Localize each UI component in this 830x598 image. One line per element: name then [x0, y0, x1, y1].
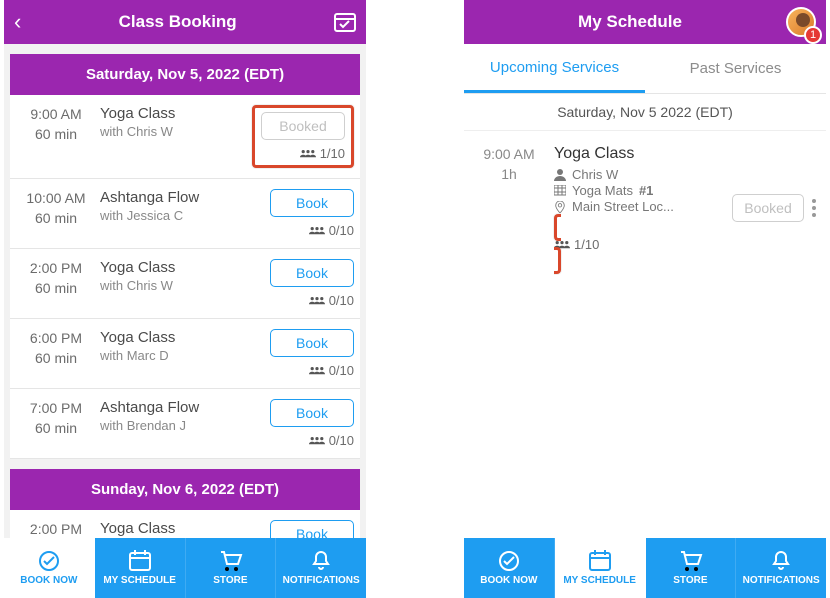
- schedule-tabs: Upcoming Services Past Services: [464, 44, 826, 94]
- date-header: Saturday, Nov 5, 2022 (EDT): [10, 54, 360, 95]
- class-name: Yoga Class: [100, 520, 250, 537]
- class-time: 2:00 PM60 min: [16, 259, 96, 308]
- check-circle-icon: [496, 550, 522, 572]
- people-icon: [309, 225, 325, 237]
- class-row[interactable]: 6:00 PM60 minYoga Class with Marc D Book 0/…: [10, 319, 360, 389]
- more-icon[interactable]: [812, 199, 816, 217]
- bell-icon: [768, 550, 794, 572]
- nav-notifications[interactable]: NOTIFICATIONS: [276, 538, 366, 598]
- class-capacity: 0/10: [309, 293, 354, 308]
- header: My Schedule 1: [464, 0, 826, 44]
- class-action: Book 0/10: [250, 189, 354, 238]
- my-schedule-screen: My Schedule 1 Upcoming Services Past Ser…: [464, 0, 826, 598]
- nav-notifications[interactable]: NOTIFICATIONS: [736, 538, 826, 598]
- class-instructor: with Chris W: [100, 124, 250, 139]
- calendar-icon: [127, 550, 153, 572]
- nav-store[interactable]: STORE: [646, 538, 737, 598]
- book-button[interactable]: Book: [270, 329, 354, 357]
- book-button[interactable]: Book: [270, 399, 354, 427]
- class-name: Yoga Class: [100, 259, 250, 276]
- class-instructor: with Jessica C: [100, 208, 250, 223]
- class-capacity: 1/10: [300, 146, 345, 161]
- page-title: Class Booking: [21, 12, 334, 32]
- class-capacity: 0/10: [309, 433, 354, 448]
- class-instructor: with Chris W: [100, 278, 250, 293]
- bell-icon: [308, 550, 334, 572]
- people-icon: [309, 435, 325, 447]
- date-header: Sunday, Nov 6, 2022 (EDT): [10, 469, 360, 510]
- schedule-content[interactable]: Saturday, Nov 5 2022 (EDT) 9:00 AM 1h Yo…: [464, 94, 826, 598]
- class-booking-screen: ‹ Class Booking Saturday, Nov 5, 2022 (E…: [4, 0, 366, 598]
- class-time: 10:00 AM60 min: [16, 189, 96, 238]
- class-info: Yoga Class with Chris W: [96, 259, 250, 308]
- tab-past[interactable]: Past Services: [645, 44, 826, 93]
- nav-my-schedule[interactable]: MY SCHEDULE: [555, 538, 646, 598]
- card-class-name: Yoga Class: [554, 145, 732, 163]
- class-time: 7:00 PM60 min: [16, 399, 96, 448]
- class-name: Yoga Class: [100, 105, 250, 122]
- nav-book-now[interactable]: BOOK NOW: [4, 538, 95, 598]
- class-action: Book 0/10: [250, 329, 354, 378]
- grid-icon: [554, 185, 566, 197]
- booked-badge: Booked: [732, 194, 804, 222]
- class-time: 9:00 AM60 min: [16, 105, 96, 168]
- cart-icon: [677, 550, 703, 572]
- class-row[interactable]: 9:00 AM60 minYoga Classwith Chris WBooke…: [10, 95, 360, 179]
- class-row[interactable]: 2:00 PM60 minYoga Class with Chris W Book 0…: [10, 249, 360, 319]
- class-action: Book 0/10: [250, 399, 354, 448]
- card-location: Main Street Loc...: [554, 199, 732, 214]
- card-capacity: 1/10: [554, 237, 732, 252]
- class-name: Yoga Class: [100, 329, 250, 346]
- card-resource: Yoga Mats #1: [554, 183, 732, 198]
- bottom-nav: BOOK NOW MY SCHEDULE STORE NOTIFICATIONS: [4, 538, 366, 598]
- page-title: My Schedule: [474, 12, 786, 32]
- class-name: Ashtanga Flow: [100, 399, 250, 416]
- nav-store[interactable]: STORE: [186, 538, 277, 598]
- class-info: Ashtanga Flow with Brendan J: [96, 399, 250, 448]
- nav-my-schedule[interactable]: MY SCHEDULE: [95, 538, 186, 598]
- card-time: 9:00 AM 1h: [470, 145, 548, 270]
- nav-book-now[interactable]: BOOK NOW: [464, 538, 555, 598]
- class-capacity: 0/10: [309, 223, 354, 238]
- class-list[interactable]: Saturday, Nov 5, 2022 (EDT) 9:00 AM60 min…: [4, 44, 366, 598]
- check-circle-icon: [36, 550, 62, 572]
- class-time: 6:00 PM60 min: [16, 329, 96, 378]
- book-button[interactable]: Book: [270, 189, 354, 217]
- cart-icon: [217, 550, 243, 572]
- calendar-check-icon[interactable]: [334, 11, 356, 33]
- class-instructor: with Brendan J: [100, 418, 250, 433]
- class-action: Book 0/10: [250, 259, 354, 308]
- notification-badge: 1: [804, 26, 822, 44]
- people-icon: [309, 365, 325, 377]
- booking-card[interactable]: 9:00 AM 1h Yoga Class Chris W Yoga Mats …: [464, 131, 826, 288]
- people-icon: [300, 148, 316, 160]
- card-details: Yoga Class Chris W Yoga Mats #1 Main Str…: [548, 145, 732, 270]
- class-info: Ashtanga Flow with Jessica C: [96, 189, 250, 238]
- class-instructor: with Marc D: [100, 348, 250, 363]
- calendar-icon: [587, 550, 613, 572]
- back-icon[interactable]: ‹: [14, 9, 21, 35]
- class-info: Yoga Class with Chris W: [96, 105, 250, 168]
- book-button[interactable]: Book: [270, 259, 354, 287]
- class-action: Booked 1/10: [250, 105, 354, 168]
- header: ‹ Class Booking: [4, 0, 366, 44]
- card-actions: Booked: [732, 145, 816, 270]
- class-capacity: 0/10: [309, 363, 354, 378]
- people-icon: [554, 239, 570, 251]
- schedule-date-header: Saturday, Nov 5 2022 (EDT): [464, 94, 826, 131]
- class-info: Yoga Class with Marc D: [96, 329, 250, 378]
- people-icon: [309, 295, 325, 307]
- class-row[interactable]: 10:00 AM60 minAshtanga Flow with Jessica …: [10, 179, 360, 249]
- user-icon: [554, 169, 566, 181]
- class-row[interactable]: 7:00 PM60 minAshtanga Flow with Brendan J…: [10, 389, 360, 459]
- action-highlight: Booked 1/10: [252, 105, 354, 168]
- tab-upcoming[interactable]: Upcoming Services: [464, 44, 645, 93]
- pin-icon: [554, 201, 566, 213]
- booked-badge: Booked: [261, 112, 345, 140]
- class-name: Ashtanga Flow: [100, 189, 250, 206]
- card-staff: Chris W: [554, 167, 732, 182]
- bottom-nav: BOOK NOW MY SCHEDULE STORE NOTIFICATIONS: [464, 538, 826, 598]
- capacity-highlight: 1/10: [554, 214, 732, 274]
